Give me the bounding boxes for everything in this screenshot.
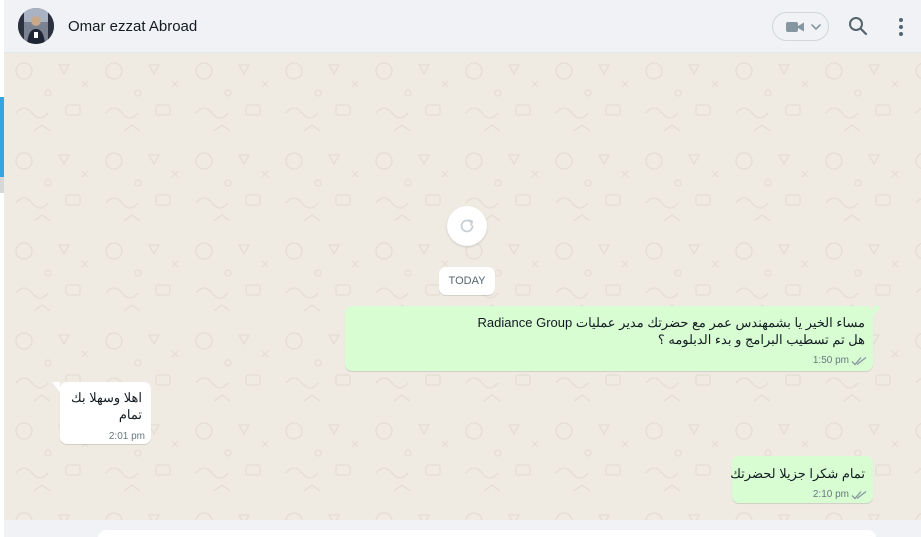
load-older-messages-button[interactable] — [447, 206, 487, 246]
incoming-bubble-tail — [52, 382, 60, 392]
incoming-message[interactable]: اهلا وسهلا بك تمام 2:01 pm — [60, 382, 151, 444]
message-line: اهلا وسهلا بك — [71, 390, 142, 405]
message-timestamp: 2:10 pm — [812, 489, 849, 500]
search-icon[interactable] — [848, 16, 868, 36]
message-timestamp: 2:01 pm — [108, 431, 145, 442]
message-line: هل تم تسطيب البرامج و بدء الدبلومه ؟ — [657, 332, 865, 347]
chevron-down-icon — [811, 24, 821, 31]
message-line: مساء الخير يا بشمهندس عمر مع حضرتك مدير … — [477, 315, 865, 330]
double-check-icon — [851, 490, 867, 500]
message-line: تمام — [118, 407, 142, 422]
message-text: تمام شكرا جزيلا لحضرتك — [730, 465, 865, 482]
contact-avatar[interactable] — [18, 8, 54, 44]
message-text: اهلا وسهلا بك تمام — [71, 389, 142, 423]
vertical-dots-icon[interactable] — [895, 16, 907, 38]
outgoing-bubble-tail — [873, 306, 881, 316]
date-divider: TODAY — [439, 267, 495, 295]
video-camera-icon — [786, 22, 804, 32]
compose-bar — [4, 520, 921, 537]
double-check-icon — [851, 356, 867, 366]
refresh-icon — [460, 219, 474, 233]
chat-header[interactable]: Omar ezzat Abroad — [4, 0, 921, 53]
outgoing-message[interactable]: تمام شكرا جزيلا لحضرتك 2:10 pm — [730, 456, 873, 503]
message-timestamp: 1:50 pm — [812, 355, 849, 366]
message-line: تمام شكرا جزيلا لحضرتك — [730, 466, 865, 481]
contact-name[interactable]: Omar ezzat Abroad — [68, 18, 197, 35]
chat-messages-area[interactable]: TODAY مساء الخير يا بشمهندس عمر مع حضرتك… — [4, 53, 921, 520]
outgoing-message[interactable]: مساء الخير يا بشمهندس عمر مع حضرتك مدير … — [345, 306, 873, 371]
message-input[interactable] — [98, 530, 876, 537]
video-call-button[interactable] — [772, 12, 829, 41]
avatar-photo — [18, 8, 54, 44]
message-text: مساء الخير يا بشمهندس عمر مع حضرتك مدير … — [478, 314, 865, 348]
